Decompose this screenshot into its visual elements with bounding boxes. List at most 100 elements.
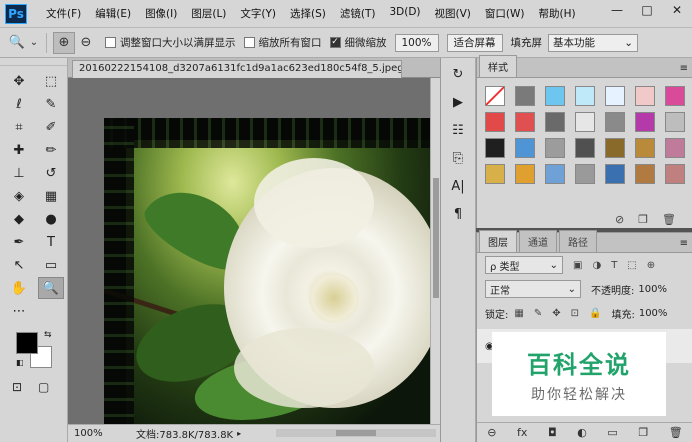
menu-help[interactable]: 帮助(H) <box>532 6 583 21</box>
brush-tool-icon[interactable]: ✏ <box>38 139 64 161</box>
style-swatch[interactable] <box>515 164 535 184</box>
style-swatch[interactable] <box>485 86 505 106</box>
style-swatch[interactable] <box>575 138 595 158</box>
layer-mask-icon[interactable]: ◘ <box>548 426 557 439</box>
close-button[interactable]: ✕ <box>662 0 692 20</box>
menu-filter[interactable]: 滤镜(T) <box>333 6 383 21</box>
menu-type[interactable]: 文字(Y) <box>233 6 283 21</box>
stamp-tool-icon[interactable]: ⊥ <box>6 162 32 184</box>
layer-filter-select[interactable]: ρ 类型 ⌄ <box>485 256 563 274</box>
style-swatch[interactable] <box>665 86 685 106</box>
zoom-tool-preset-icon[interactable]: 🔍 <box>6 32 28 54</box>
menu-view[interactable]: 视图(V) <box>428 6 478 21</box>
style-swatch[interactable] <box>665 164 685 184</box>
zoom-all-windows-checkbox[interactable]: 缩放所有窗口 <box>243 35 322 50</box>
lock-all-icon[interactable]: 🔒 <box>589 308 601 319</box>
pen-tool-icon[interactable]: ✒ <box>6 231 32 253</box>
history-brush-tool-icon[interactable]: ↺ <box>38 162 64 184</box>
checkbox-unchecked[interactable] <box>105 37 116 48</box>
menu-image[interactable]: 图像(I) <box>138 6 184 21</box>
properties-panel-icon[interactable]: ☷ <box>446 118 470 142</box>
style-swatch[interactable] <box>515 138 535 158</box>
marquee-tool-icon[interactable]: ⬚ <box>38 70 64 92</box>
quick-mask-icon[interactable]: ⊡ <box>12 380 22 394</box>
shape-filter-icon[interactable]: ⬚ <box>627 260 636 271</box>
eraser-tool-icon[interactable]: ◈ <box>6 185 32 207</box>
lasso-tool-icon[interactable]: ℓ <box>6 93 32 115</box>
resize-windows-checkbox[interactable]: 调整窗口大小以满屏显示 <box>105 35 236 50</box>
trash-icon[interactable]: 🗑 <box>662 213 676 226</box>
healing-tool-icon[interactable]: ✚ <box>6 139 32 161</box>
style-swatch[interactable] <box>665 112 685 132</box>
default-colors-icon[interactable]: ◧ <box>16 358 24 367</box>
dodge-tool-icon[interactable]: ● <box>38 208 64 230</box>
adjustment-layer-icon[interactable]: ◐ <box>577 426 587 439</box>
panel-menu-icon[interactable]: ≡ <box>680 63 688 77</box>
gradient-tool-icon[interactable]: ▦ <box>38 185 64 207</box>
zoom-level-field[interactable]: 100% <box>68 428 104 439</box>
zoom-out-icon[interactable]: ⊖ <box>75 32 97 54</box>
paragraph-panel-icon[interactable]: ¶ <box>446 202 470 226</box>
screen-mode-icon[interactable]: ▢ <box>38 380 49 394</box>
status-menu-arrow-icon[interactable]: ▸ <box>237 429 241 438</box>
fit-screen-button[interactable]: 适合屏幕 <box>446 33 503 52</box>
tab-paths[interactable]: 路径 <box>559 230 597 252</box>
checkbox-checked[interactable]: ✓ <box>329 37 341 48</box>
style-swatch[interactable] <box>605 86 625 106</box>
canvas-area[interactable] <box>68 78 430 424</box>
style-swatch[interactable] <box>485 112 505 132</box>
zoom-in-icon[interactable]: ⊕ <box>53 31 75 54</box>
style-swatch[interactable] <box>575 112 595 132</box>
fill-screen-button[interactable]: 填充屏 <box>511 35 543 50</box>
vertical-scrollbar[interactable] <box>430 78 440 424</box>
menu-layer[interactable]: 图层(L) <box>184 6 233 21</box>
menu-window[interactable]: 窗口(W) <box>478 6 532 21</box>
style-swatch[interactable] <box>485 138 505 158</box>
foreground-color-swatch[interactable] <box>16 332 38 354</box>
style-swatch[interactable] <box>605 164 625 184</box>
document-tab[interactable]: 20160222154108_d3207a6131fc1d9a1ac623ed1… <box>72 60 402 78</box>
zoom-tool-icon[interactable]: 🔍 <box>38 277 64 299</box>
smart-object-filter-icon[interactable]: ⊕ <box>647 260 655 271</box>
type-filter-icon[interactable]: T <box>611 260 617 271</box>
tab-styles[interactable]: 样式 <box>479 55 517 77</box>
move-tool-icon[interactable]: ✥ <box>6 70 32 92</box>
new-style-icon[interactable]: ❐ <box>638 213 648 226</box>
tool-preset-dropdown-icon[interactable]: ⌄ <box>28 32 40 54</box>
hand-tool-icon[interactable]: ✋ <box>6 277 32 299</box>
type-tool-icon[interactable]: T <box>38 231 64 253</box>
blur-tool-icon[interactable]: ◆ <box>6 208 32 230</box>
style-swatch[interactable] <box>635 164 655 184</box>
eyedropper-tool-icon[interactable]: ✐ <box>38 116 64 138</box>
style-swatch[interactable] <box>605 138 625 158</box>
style-swatch[interactable] <box>575 164 595 184</box>
shape-tool-icon[interactable]: ▭ <box>38 254 64 276</box>
group-icon[interactable]: ▭ <box>607 426 617 439</box>
swap-colors-icon[interactable]: ⇆ <box>44 330 52 340</box>
layer-effects-icon[interactable]: fx <box>517 426 527 439</box>
clear-style-icon[interactable]: ⊘ <box>615 213 624 226</box>
horizontal-scrollbar-thumb[interactable] <box>336 430 376 436</box>
history-panel-icon[interactable]: ↻ <box>446 62 470 86</box>
link-layers-icon[interactable]: ⊖ <box>487 426 496 439</box>
style-swatch[interactable] <box>635 112 655 132</box>
menu-edit[interactable]: 编辑(E) <box>88 6 138 21</box>
more-tools-icon[interactable]: ⋯ <box>6 300 32 322</box>
style-swatch[interactable] <box>545 138 565 158</box>
style-swatch[interactable] <box>635 86 655 106</box>
lock-transparent-icon[interactable]: ▦ <box>514 308 523 319</box>
lock-position-icon[interactable]: ✥ <box>552 308 560 319</box>
minimize-button[interactable]: — <box>602 0 632 20</box>
tab-channels[interactable]: 通道 <box>519 230 557 252</box>
style-swatch[interactable] <box>515 112 535 132</box>
scrubby-zoom-checkbox[interactable]: ✓ 细微缩放 <box>329 35 387 50</box>
vertical-scrollbar-thumb[interactable] <box>433 178 439 298</box>
lock-artboard-icon[interactable]: ⊡ <box>571 308 579 319</box>
style-swatch[interactable] <box>605 112 625 132</box>
blend-mode-select[interactable]: 正常 ⌄ <box>485 280 581 298</box>
quick-select-tool-icon[interactable]: ✎ <box>38 93 64 115</box>
style-swatch[interactable] <box>545 164 565 184</box>
clone-source-panel-icon[interactable]: ⎘ <box>446 146 470 170</box>
workspace-select[interactable]: 基本功能 ⌄ <box>548 33 639 52</box>
path-select-tool-icon[interactable]: ↖ <box>6 254 32 276</box>
